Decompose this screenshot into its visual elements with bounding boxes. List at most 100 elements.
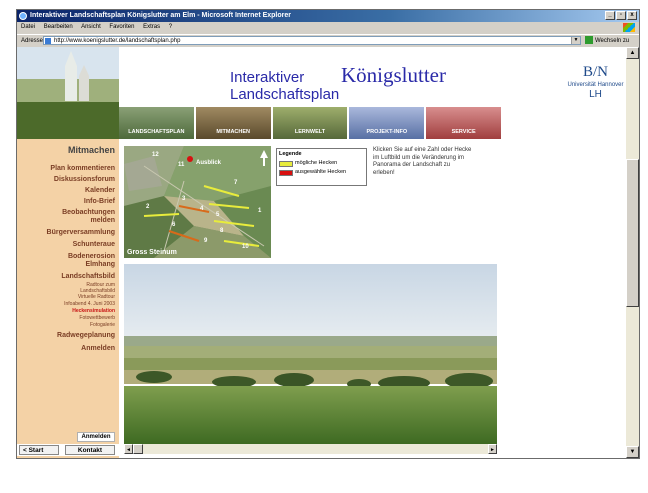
- go-button[interactable]: Wechseln zu: [585, 35, 629, 47]
- legend-swatch-red: [279, 169, 293, 176]
- legend-label: mögliche Hecken: [295, 160, 338, 166]
- scroll-left-icon[interactable]: ◄: [124, 444, 133, 454]
- start-button[interactable]: < Start: [19, 445, 59, 455]
- church-tower-2: [79, 65, 89, 101]
- hedge-number[interactable]: 2: [146, 204, 149, 210]
- viewpoint-label: Ausblick: [196, 160, 222, 166]
- address-label: Adresse: [21, 38, 44, 44]
- aerial-caption: Gross Steinum: [127, 249, 177, 256]
- scroll-down-icon[interactable]: ▼: [626, 446, 639, 458]
- tab-lernwelt[interactable]: LERNWELT: [272, 107, 348, 139]
- close-button[interactable]: x: [627, 11, 637, 20]
- tab-mitmachen[interactable]: MITMACHEN: [195, 107, 271, 139]
- sidebar-item-diskussionsforum[interactable]: Diskussionsforum: [54, 176, 115, 184]
- title-bar: Interaktiver Landschaftsplan Königslutte…: [17, 10, 639, 22]
- menu-favoriten[interactable]: Favoriten: [109, 24, 134, 30]
- main-nav: LANDSCHAFTSPLAN MITMACHEN LERNWELT PROJE…: [119, 107, 503, 139]
- sidebar-item-bodenerosion[interactable]: Bodenerosion: [68, 253, 115, 261]
- site-title-line2: Landschaftsplan: [230, 86, 340, 103]
- menu-bar: Datei Bearbeiten Ansicht Favoriten Extra…: [17, 22, 639, 33]
- hedge-number[interactable]: 7: [234, 180, 237, 186]
- hedge-number[interactable]: 12: [152, 152, 159, 158]
- tab-landschaftsplan[interactable]: LANDSCHAFTSPLAN: [119, 107, 194, 139]
- sidebar-item-radwegeplanung[interactable]: Radwegeplanung: [57, 332, 115, 340]
- scroll-thumb[interactable]: [626, 159, 639, 307]
- site-brand: Königslutter: [341, 63, 446, 87]
- kontakt-button[interactable]: Kontakt: [65, 445, 115, 455]
- address-url: http://www.koenigslutter.de/landschaftsp…: [54, 38, 181, 44]
- address-input[interactable]: http://www.koenigslutter.de/landschaftsp…: [43, 36, 581, 45]
- menu-datei[interactable]: Datei: [21, 24, 35, 30]
- sidebar-sub-virtuelle-radtour[interactable]: Virtuelle Radtour: [78, 294, 115, 300]
- panorama-photo: [124, 264, 497, 444]
- hedge-number[interactable]: 11: [178, 162, 184, 168]
- scroll-right-icon[interactable]: ►: [488, 444, 497, 454]
- hedge-number[interactable]: 3: [182, 196, 185, 202]
- horizontal-scrollbar[interactable]: ◄ ►: [124, 444, 497, 454]
- tab-label: LANDSCHAFTSPLAN: [128, 129, 185, 135]
- sidebar-sub-heckensimulation[interactable]: Heckensimulation: [72, 308, 115, 314]
- hedge-number[interactable]: 10: [242, 244, 249, 250]
- sidebar-item-melden[interactable]: melden: [90, 217, 115, 225]
- scroll-thumb[interactable]: [133, 444, 143, 454]
- menu-help[interactable]: ?: [169, 24, 172, 30]
- tab-label: PROJEKT-INFO: [366, 129, 408, 135]
- windows-logo-icon: [623, 23, 635, 32]
- sidebar: Mitmachen Plan kommentieren Diskussionsf…: [17, 139, 119, 458]
- bottom-buttons: < Start Kontakt: [17, 444, 119, 456]
- sidebar-sub-fotowettbewerb[interactable]: Fotowettbewerb: [79, 315, 115, 321]
- uni-name: Universität Hannover: [567, 82, 624, 88]
- sidebar-item-beobachtungen[interactable]: Beobachtungen: [62, 209, 115, 217]
- tab-projekt-info[interactable]: PROJEKT-INFO: [349, 107, 425, 139]
- hedge-number[interactable]: 6: [172, 222, 175, 228]
- address-bar: Adresse http://www.koenigslutter.de/land…: [17, 34, 639, 47]
- legend-label: ausgewählte Hecken: [295, 169, 347, 175]
- church-tower: [65, 51, 77, 101]
- legend-swatch-yellow: [279, 160, 293, 167]
- sidebar-item-kalender[interactable]: Kalender: [85, 187, 115, 195]
- menu-bearbeiten[interactable]: Bearbeiten: [44, 24, 73, 30]
- aerial-map[interactable]: Ausblick 12 11 7 2 3 4 5 6 8 9 10 1 Gros…: [124, 146, 271, 258]
- scroll-up-icon[interactable]: ▲: [626, 47, 639, 59]
- site-title-line1: Interaktiver: [230, 69, 305, 86]
- landscape-panorama: [124, 264, 497, 444]
- sidebar-sub-infoabend[interactable]: Infoabend 4. Juni 2003: [64, 301, 115, 307]
- sidebar-heading: Mitmachen: [67, 145, 115, 155]
- legend-box: Legende mögliche Hecken ausgewählte Heck…: [276, 148, 367, 186]
- viewpoint-marker[interactable]: [187, 156, 193, 162]
- sidebar-item-landschaftsbild[interactable]: Landschaftsbild: [61, 273, 115, 281]
- address-dropdown-icon[interactable]: ▼: [571, 37, 580, 44]
- hedge-number[interactable]: 1: [258, 208, 261, 214]
- sidebar-item-anmelden[interactable]: Anmelden: [81, 345, 115, 353]
- menu-ansicht[interactable]: Ansicht: [81, 24, 101, 30]
- sidebar-item-schunteraue[interactable]: Schunteraue: [73, 241, 115, 249]
- browser-window: Interaktiver Landschaftsplan Königslutte…: [16, 9, 640, 459]
- maximize-button[interactable]: ▫: [616, 11, 626, 20]
- sidebar-item-buergerversammlung[interactable]: Bürgerversammlung: [47, 229, 115, 237]
- page-icon: [45, 38, 51, 44]
- sidebar-item-info-brief[interactable]: Info-Brief: [84, 198, 115, 206]
- hedge-number[interactable]: 4: [200, 206, 203, 212]
- tab-label: SERVICE: [451, 129, 476, 135]
- vertical-scrollbar[interactable]: ▲ ▼: [626, 47, 639, 458]
- tab-label: MITMACHEN: [216, 129, 250, 135]
- window-title: Interaktiver Landschaftsplan Königslutte…: [30, 12, 291, 19]
- header-church-photo: [17, 47, 119, 139]
- hedge-number[interactable]: 8: [220, 228, 223, 234]
- menu-extras[interactable]: Extras: [143, 24, 160, 30]
- uni-logo-mark: B/N: [582, 64, 608, 80]
- anmelden-button[interactable]: Anmelden: [77, 432, 115, 442]
- minimize-button[interactable]: _: [605, 11, 615, 20]
- sidebar-item-plan-kommentieren[interactable]: Plan kommentieren: [50, 165, 115, 173]
- hedge-number[interactable]: 9: [204, 238, 207, 244]
- go-arrow-icon: [585, 36, 593, 45]
- uni-abbr: LH: [589, 89, 602, 100]
- sidebar-item-elmhang[interactable]: Elmhang: [85, 261, 115, 269]
- page-content: Interaktiver Landschaftsplan Königslutte…: [17, 47, 626, 458]
- sidebar-sub-fotogalerie[interactable]: Fotogalerie: [90, 322, 115, 328]
- go-label: Wechseln zu: [595, 38, 630, 44]
- legend-heading: Legende: [279, 151, 302, 157]
- site-title: Interaktiver Landschaftsplan: [230, 69, 339, 103]
- hedge-number[interactable]: 5: [216, 212, 219, 218]
- tab-service[interactable]: SERVICE: [426, 107, 501, 139]
